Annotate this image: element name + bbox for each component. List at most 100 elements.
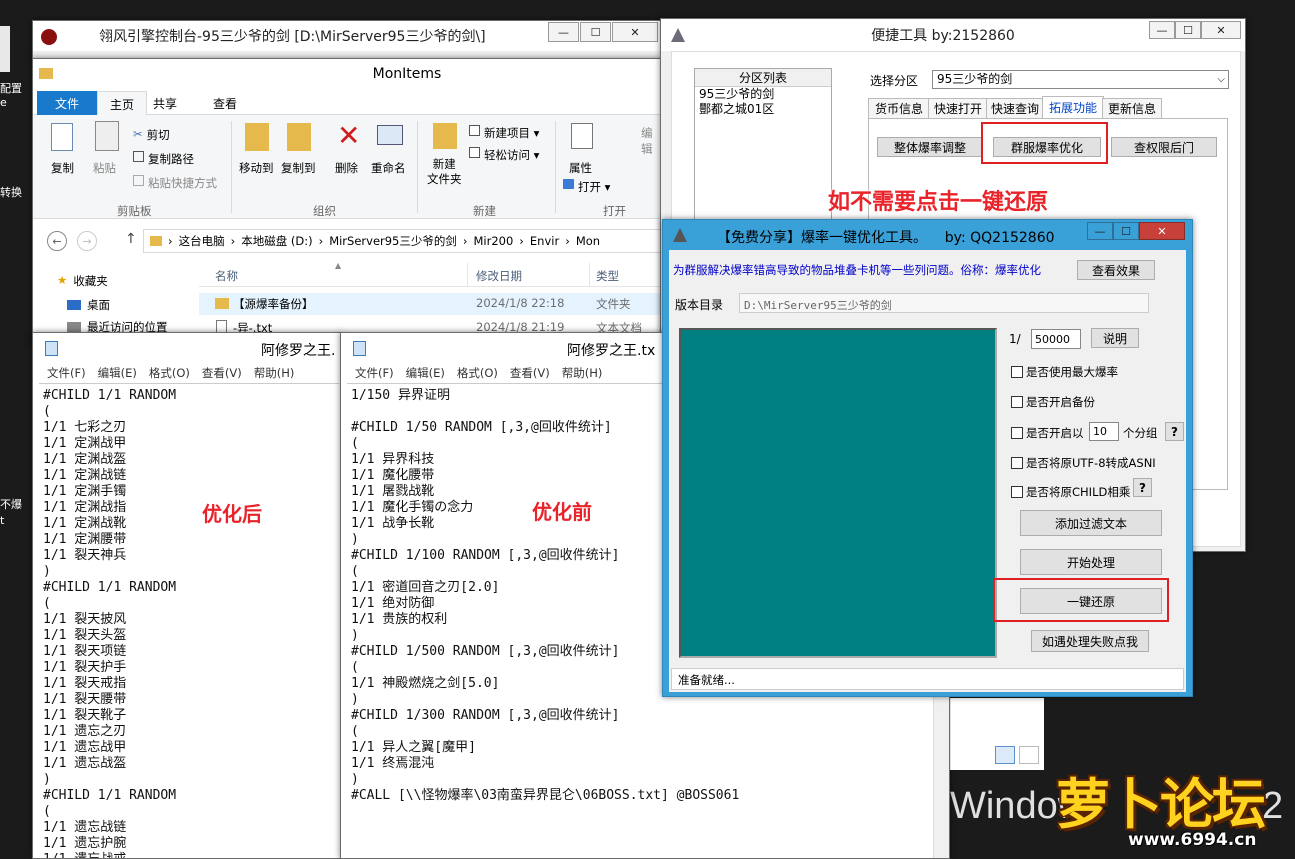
new-item-label: 新建项目 ▾ <box>484 126 540 140</box>
group-help-button[interactable]: ? <box>1165 422 1184 441</box>
select-partition-label: 选择分区 <box>870 74 919 88</box>
maximize-button[interactable]: ☐ <box>580 22 611 42</box>
menu-file[interactable]: 文件(F) <box>355 365 394 381</box>
menu-edit[interactable]: 编辑(E) <box>98 365 137 381</box>
large-icons-view-icon[interactable] <box>1019 746 1039 764</box>
partition-item[interactable]: 酆都之城01区 <box>695 102 831 117</box>
close-button[interactable]: ✕ <box>1139 222 1185 240</box>
breadcrumb-item[interactable]: MirServer95三少爷的剑 <box>329 233 457 249</box>
col-name[interactable]: 名称 <box>215 268 238 284</box>
version-dir-input[interactable]: D:\MirServer95三少爷的剑 <box>739 293 1149 313</box>
ratio-input[interactable]: 50000 <box>1031 329 1081 349</box>
cut-button[interactable]: ✂ 剪切 <box>133 127 170 143</box>
copy-path-button[interactable]: 复制路径 <box>133 151 194 167</box>
partition-select[interactable]: 95三少爷的剑 ⌵ <box>932 70 1229 89</box>
properties-button[interactable]: 属性 <box>569 160 592 176</box>
breadcrumb-item[interactable]: Envir <box>530 234 559 248</box>
menu-edit[interactable]: 编辑(E) <box>406 365 445 381</box>
col-type[interactable]: 类型 <box>596 268 619 284</box>
col-date[interactable]: 修改日期 <box>476 268 522 284</box>
highlight-box <box>981 122 1108 164</box>
minimize-button[interactable]: — <box>1149 21 1175 39</box>
tab-quick-open[interactable]: 快速打开 <box>928 98 988 118</box>
utf8-to-ansi-checkbox[interactable]: 是否将原UTF-8转成ASNI <box>1011 455 1156 471</box>
enable-grouping-checkbox[interactable]: 是否开启以 <box>1011 425 1084 441</box>
desktop-icon[interactable] <box>0 26 10 72</box>
rename-button[interactable]: 重命名 <box>371 160 406 176</box>
notepad-text-area[interactable]: #CHILD 1/1 RANDOM ( 1/1 七彩之刃 1/1 定渊战甲 1/… <box>39 383 339 858</box>
folder-icon <box>150 236 162 246</box>
child-help-button[interactable]: ? <box>1133 478 1152 497</box>
failure-help-button[interactable]: 如遇处理失败点我 <box>1031 630 1149 652</box>
tab-share[interactable]: 共享 <box>153 95 177 112</box>
move-to-button[interactable]: 移动到 <box>239 160 274 176</box>
breadcrumb-item[interactable]: 这台电脑 <box>179 233 225 249</box>
breadcrumb-item[interactable]: Mon <box>576 234 600 248</box>
nav-back-button[interactable]: ← <box>47 231 67 251</box>
app-icon <box>671 28 685 42</box>
ribbon-tabs: 文件 主页 共享 查看 <box>33 91 661 116</box>
tab-currency[interactable]: 货币信息 <box>868 98 930 118</box>
details-view-icon[interactable] <box>995 746 1015 764</box>
easy-access-button[interactable]: 轻松访问 ▾ <box>469 147 539 163</box>
add-filter-text-button[interactable]: 添加过滤文本 <box>1020 510 1162 536</box>
menu-help[interactable]: 帮助(H) <box>562 365 603 381</box>
menu-format[interactable]: 格式(O) <box>149 365 190 381</box>
paste-shortcut-label: 粘贴快捷方式 <box>148 176 217 190</box>
tab-home[interactable]: 主页 <box>97 91 147 116</box>
child-multiply-checkbox[interactable]: 是否将原CHILD相乘 <box>1011 484 1130 500</box>
open-button[interactable]: 打开 ▾ <box>563 179 610 195</box>
checkbox-label: 是否将原CHILD相乘 <box>1026 485 1131 499</box>
menu-file[interactable]: 文件(F) <box>47 365 86 381</box>
paste-button[interactable]: 粘贴 <box>93 160 116 176</box>
paste-shortcut-button[interactable]: 粘贴快捷方式 <box>133 175 217 191</box>
breadcrumb-item[interactable]: 本地磁盘 (D:) <box>241 233 312 249</box>
scissors-icon: ✂ <box>133 127 143 141</box>
new-item-button[interactable]: 新建项目 ▾ <box>469 125 539 141</box>
menu-view[interactable]: 查看(V) <box>510 365 550 381</box>
desktop-label: 配置 <box>0 82 22 95</box>
address-bar[interactable]: › 这台电脑 › 本地磁盘 (D:) › MirServer95三少爷的剑 › Mir… <box>143 229 661 253</box>
breadcrumb-item[interactable]: Mir200 <box>474 234 514 248</box>
table-row[interactable]: 【源爆率备份】 2024/1/8 22:18 文件夹 <box>199 293 661 315</box>
checkbox-label: 是否开启以 <box>1026 426 1084 440</box>
new-folder-button[interactable]: 新建 文件夹 <box>427 157 462 187</box>
ribbon-divider <box>231 121 232 213</box>
copy-button[interactable]: 复制 <box>51 160 74 176</box>
breadcrumb-sep: › <box>168 234 173 248</box>
use-max-rate-checkbox[interactable]: 是否使用最大爆率 <box>1011 364 1118 380</box>
copy-to-button[interactable]: 复制到 <box>281 160 316 176</box>
edit-button[interactable]: 编辑 <box>641 125 661 157</box>
desktop-strip: 配置 e 转换 不爆 t <box>0 0 32 859</box>
maximize-button[interactable]: ☐ <box>1113 222 1139 240</box>
view-effect-button[interactable]: 查看效果 <box>1077 260 1155 280</box>
minimize-button[interactable]: — <box>1087 222 1113 240</box>
check-backdoor-button[interactable]: 查权限后门 <box>1111 137 1217 157</box>
tab-quick-search[interactable]: 快速查询 <box>986 98 1044 118</box>
explain-button[interactable]: 说明 <box>1091 328 1139 348</box>
group-suffix-label: 个分组 <box>1123 426 1158 440</box>
menu-view[interactable]: 查看(V) <box>202 365 242 381</box>
nav-item-favorites[interactable]: ★ 收藏夹 <box>57 273 108 289</box>
tab-view[interactable]: 查看 <box>213 95 237 112</box>
close-button[interactable]: ✕ <box>612 22 658 42</box>
tab-extension[interactable]: 拓展功能 <box>1042 96 1104 118</box>
start-processing-button[interactable]: 开始处理 <box>1020 549 1162 575</box>
close-button[interactable]: ✕ <box>1201 21 1241 39</box>
nav-up-button[interactable]: ↑ <box>125 231 137 247</box>
menu-format[interactable]: 格式(O) <box>457 365 498 381</box>
tab-update[interactable]: 更新信息 <box>1102 98 1162 118</box>
description-text: 为群服解决爆率错高导致的物品堆叠卡机等一些列问题。俗称：爆率优化 <box>673 263 1041 277</box>
overall-drop-rate-button[interactable]: 整体爆率调整 <box>877 137 983 157</box>
nav-forward-button[interactable]: → <box>77 231 97 251</box>
delete-button[interactable]: 删除 <box>335 160 358 176</box>
group-count-input[interactable]: 10 <box>1089 422 1119 441</box>
nav-item-desktop[interactable]: 桌面 <box>67 297 110 313</box>
minimize-button[interactable]: — <box>548 22 579 42</box>
menu-help[interactable]: 帮助(H) <box>254 365 295 381</box>
partition-item[interactable]: 95三少爷的剑 <box>695 87 831 102</box>
maximize-button[interactable]: ☐ <box>1175 21 1201 39</box>
enable-backup-checkbox[interactable]: 是否开启备份 <box>1011 394 1095 410</box>
tab-file[interactable]: 文件 <box>37 91 97 115</box>
restore-hint-annotation: 如不需要点击一键还原 <box>828 190 1049 215</box>
